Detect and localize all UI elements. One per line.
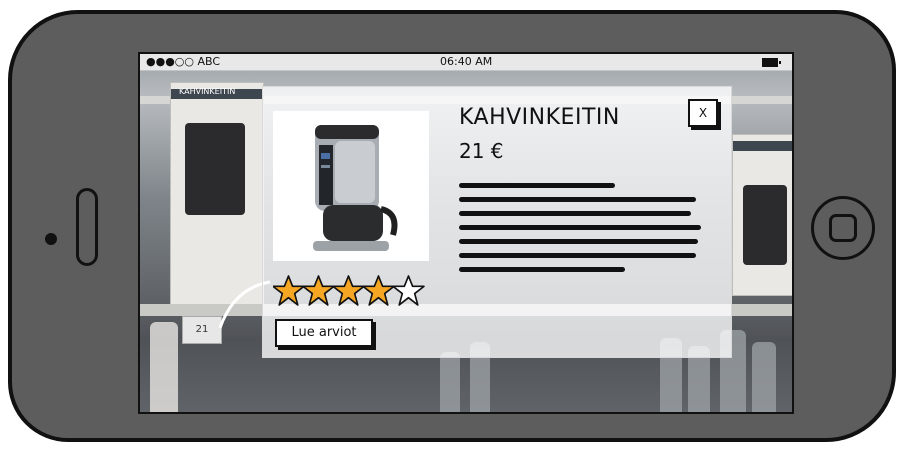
home-square-icon — [829, 214, 857, 242]
background-product-box-right — [732, 134, 792, 296]
battery-icon — [762, 58, 781, 67]
product-price: 21 € — [459, 139, 504, 163]
coffee-maker-icon — [313, 125, 398, 251]
phone-screen: KAHVINKEITIN 21 ●●●○○ ABC 06:40 AM KAHVI… — [138, 52, 794, 414]
status-bar: ●●●○○ ABC 06:40 AM — [140, 54, 792, 71]
home-button[interactable] — [811, 196, 875, 260]
background-box-label: KAHVINKEITIN — [179, 87, 236, 96]
phone-camera-icon — [45, 233, 57, 245]
star-filled-icon — [273, 275, 305, 306]
read-reviews-button[interactable]: Lue arviot — [275, 319, 373, 347]
star-filled-icon — [363, 275, 395, 306]
close-button[interactable]: X — [688, 99, 718, 127]
product-info-card: KAHVINKEITIN 21 € X Lue arviot — [262, 86, 732, 358]
product-name: KAHVINKEITIN — [459, 105, 620, 130]
star-filled-icon — [303, 275, 335, 306]
clock-label: 06:40 AM — [440, 55, 493, 68]
star-empty-icon — [393, 275, 425, 306]
product-description-placeholder — [459, 183, 711, 281]
phone-side-button — [76, 188, 98, 266]
product-image — [273, 111, 429, 261]
carrier-label: ●●●○○ ABC — [146, 55, 221, 68]
star-filled-icon — [333, 275, 365, 306]
